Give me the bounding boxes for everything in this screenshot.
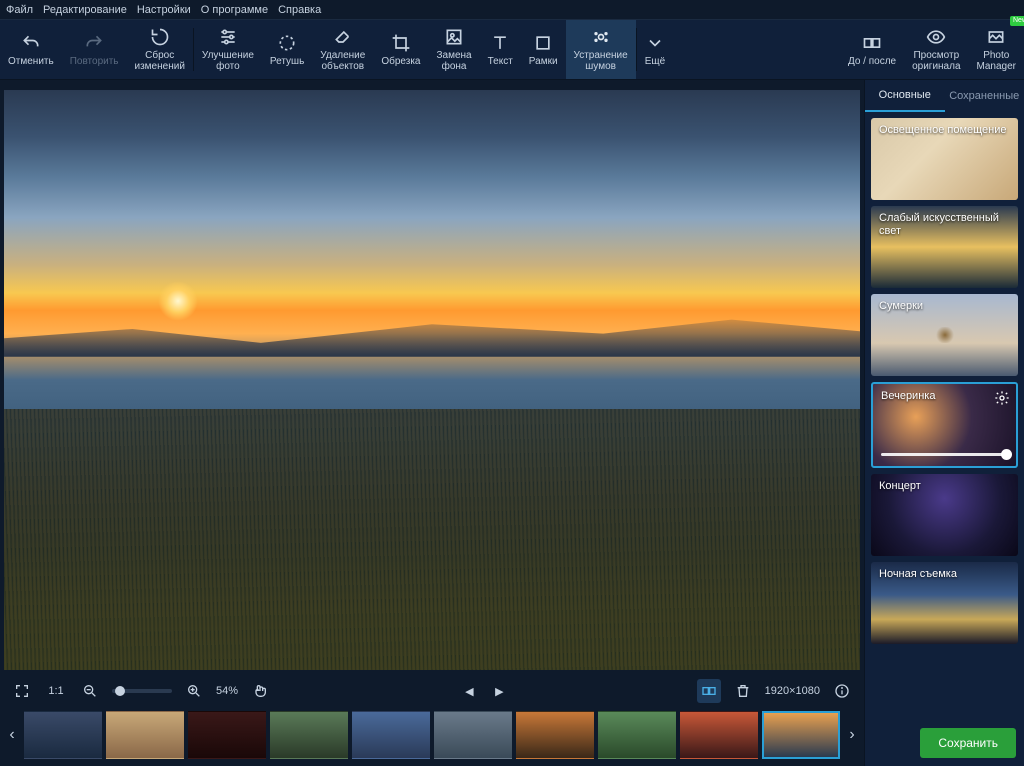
zoom-out-button[interactable] xyxy=(78,679,102,703)
gallery-icon xyxy=(986,27,1006,47)
redo-button[interactable]: Повторить xyxy=(62,20,127,79)
preset-lit-room[interactable]: Освещенное помещение xyxy=(871,118,1018,200)
preset-party[interactable]: Вечеринка xyxy=(871,382,1018,468)
menu-edit[interactable]: Редактирование xyxy=(43,4,127,16)
next-image-button[interactable]: ▶ xyxy=(487,679,511,703)
photo-manager-button[interactable]: New Photo Manager xyxy=(969,20,1024,79)
prev-image-button[interactable]: ◀ xyxy=(457,679,481,703)
filmstrip: ‹ › xyxy=(0,708,864,766)
text-icon xyxy=(490,33,510,53)
preset-low-artificial-light[interactable]: Слабый искусственный свет xyxy=(871,206,1018,288)
chevron-down-icon xyxy=(645,33,665,53)
presets-list[interactable]: Освещенное помещение Слабый искусственны… xyxy=(865,112,1024,720)
zoom-in-button[interactable] xyxy=(182,679,206,703)
reset-button[interactable]: Сброс изменений xyxy=(127,20,193,79)
text-button[interactable]: Текст xyxy=(480,20,521,79)
redo-icon xyxy=(84,33,104,53)
retouch-icon xyxy=(277,33,297,53)
thumbnail[interactable] xyxy=(516,711,594,759)
preset-intensity-slider[interactable] xyxy=(881,453,1008,456)
compare-icon xyxy=(862,33,882,53)
undo-icon xyxy=(21,33,41,53)
pan-button[interactable] xyxy=(248,679,272,703)
thumbnail[interactable] xyxy=(188,711,266,759)
panel-tabs: Основные Сохраненные xyxy=(865,80,1024,112)
menu-file[interactable]: Файл xyxy=(6,4,33,16)
canvas-area: 1:1 54% ◀ ▶ 1920×1080 ‹ xyxy=(0,80,864,766)
zoom-slider[interactable] xyxy=(112,689,172,693)
tab-main[interactable]: Основные xyxy=(865,80,945,112)
reset-icon xyxy=(150,27,170,47)
before-after-button[interactable]: До / после xyxy=(840,20,904,79)
background-icon xyxy=(444,27,464,47)
menu-bar: Файл Редактирование Настройки О программ… xyxy=(0,0,1024,20)
remove-objects-button[interactable]: Удаление объектов xyxy=(312,20,373,79)
canvas-viewport[interactable] xyxy=(0,80,864,674)
fullscreen-button[interactable] xyxy=(10,679,34,703)
menu-help[interactable]: Справка xyxy=(278,4,321,16)
denoise-icon xyxy=(591,27,611,47)
frame-icon xyxy=(533,33,553,53)
filmstrip-next[interactable]: › xyxy=(844,711,860,759)
thumbnail-selected[interactable] xyxy=(762,711,840,759)
thumbnail[interactable] xyxy=(270,711,348,759)
frames-button[interactable]: Рамки xyxy=(521,20,566,79)
dimensions-label: 1920×1080 xyxy=(765,685,820,697)
thumbnail[interactable] xyxy=(434,711,512,759)
right-panel: Основные Сохраненные Освещенное помещени… xyxy=(864,80,1024,766)
retouch-button[interactable]: Ретушь xyxy=(262,20,312,79)
thumbnail[interactable] xyxy=(352,711,430,759)
delete-button[interactable] xyxy=(731,679,755,703)
filmstrip-prev[interactable]: ‹ xyxy=(4,711,20,759)
menu-about[interactable]: О программе xyxy=(201,4,268,16)
preset-twilight[interactable]: Сумерки xyxy=(871,294,1018,376)
menu-settings[interactable]: Настройки xyxy=(137,4,191,16)
eye-icon xyxy=(926,27,946,47)
view-original-button[interactable]: Просмотр оригинала xyxy=(904,20,968,79)
thumbnail[interactable] xyxy=(24,711,102,759)
enhance-button[interactable]: Улучшение фото xyxy=(194,20,262,79)
crop-icon xyxy=(391,33,411,53)
more-button[interactable]: Ещё xyxy=(637,20,673,79)
zoom-percent-label: 54% xyxy=(216,685,238,697)
sliders-icon xyxy=(218,27,238,47)
toolbar: Отменить Повторить Сброс изменений Улучш… xyxy=(0,20,1024,80)
save-button[interactable]: Сохранить xyxy=(920,728,1016,758)
eraser-icon xyxy=(333,27,353,47)
new-badge: New xyxy=(1010,16,1024,26)
crop-button[interactable]: Обрезка xyxy=(373,20,428,79)
preset-night-shot[interactable]: Ночная съемка xyxy=(871,562,1018,644)
replace-bg-button[interactable]: Замена фона xyxy=(428,20,479,79)
gear-icon[interactable] xyxy=(994,390,1010,406)
denoise-button[interactable]: Устранение шумов xyxy=(566,20,636,79)
editing-image xyxy=(4,90,860,670)
controls-bar: 1:1 54% ◀ ▶ 1920×1080 xyxy=(0,674,864,708)
thumbnail[interactable] xyxy=(106,711,184,759)
info-button[interactable] xyxy=(830,679,854,703)
thumbnail[interactable] xyxy=(680,711,758,759)
tab-saved[interactable]: Сохраненные xyxy=(945,80,1024,112)
undo-button[interactable]: Отменить xyxy=(0,20,62,79)
fit-1to1-button[interactable]: 1:1 xyxy=(44,679,68,703)
thumbnails-toggle[interactable] xyxy=(697,679,721,703)
thumbnail[interactable] xyxy=(598,711,676,759)
preset-concert[interactable]: Концерт xyxy=(871,474,1018,556)
